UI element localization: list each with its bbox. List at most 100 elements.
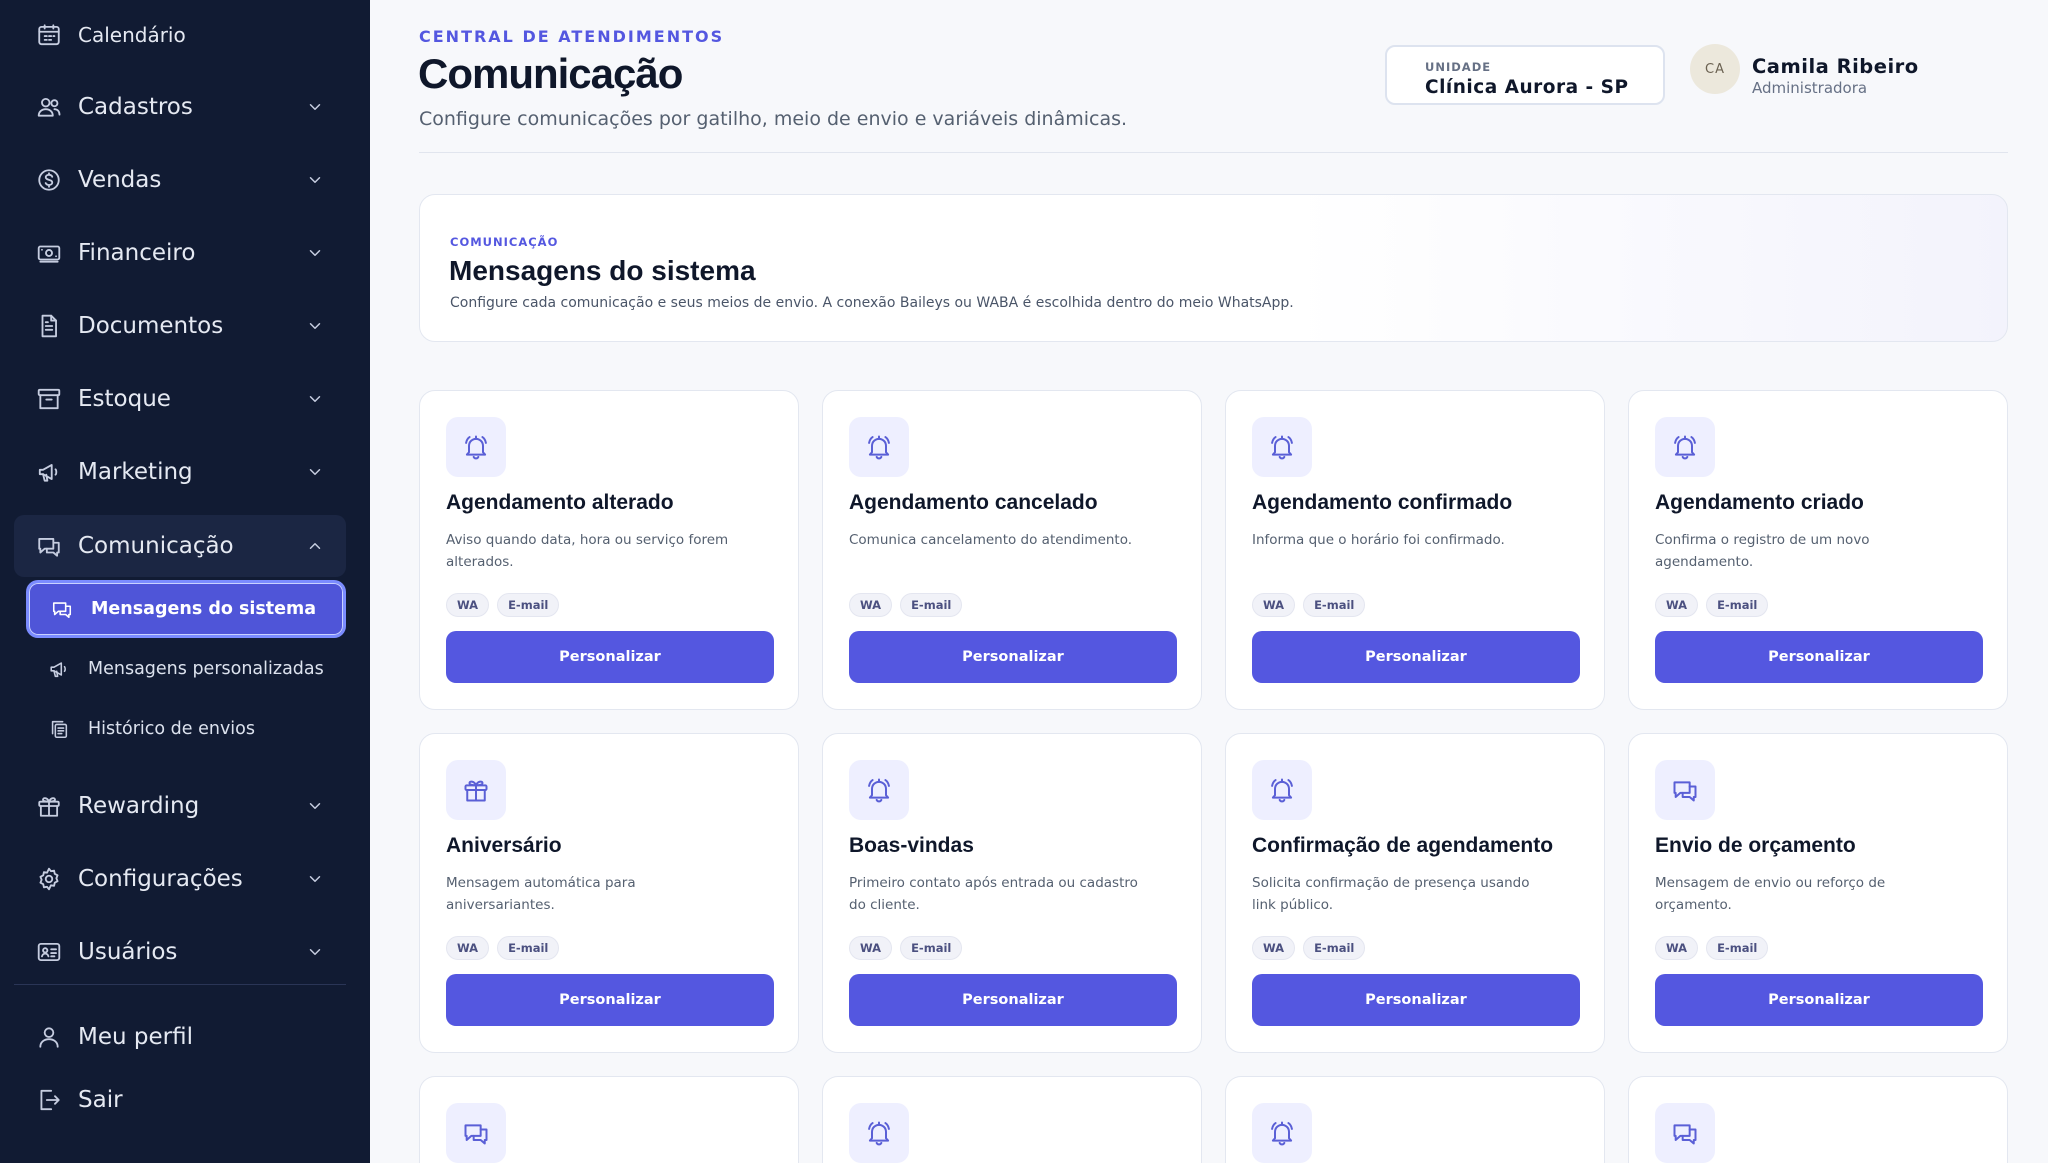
sidebar-item-label: Calendário [78,23,186,47]
intro-panel: COMUNICAÇÃO Mensagens do sistema Configu… [419,194,2008,342]
gear-icon [34,864,64,894]
sidebar-subitem-mensagens-do-sistema[interactable]: Mensagens do sistema [26,580,346,638]
bell-icon [446,417,506,477]
sidebar-item-rewarding[interactable]: Rewarding [14,775,346,837]
chat-icon [49,596,75,622]
card-title: Envio de orçamento [1655,834,1856,857]
card-title: Agendamento criado [1655,491,1864,514]
bell-icon [1252,417,1312,477]
chevron-down-icon [306,98,324,116]
sidebar-subitem-label: Mensagens personalizadas [88,659,324,679]
card-title: Confirmação de agendamento [1252,834,1554,857]
calendar-icon [34,20,64,50]
tag-whatsapp: WA [446,936,490,960]
message-card: Agendamento confirmado Informa que o hor… [1225,390,1605,710]
tag-whatsapp: WA [1252,593,1296,617]
tag-email: E-mail [900,593,963,617]
gift-icon [34,791,64,821]
channel-tags: WA E-mail [446,936,560,960]
chat-icon [446,1103,506,1163]
card-description: Aviso quando data, hora ou serviço forem… [446,532,729,570]
channel-tags: WA E-mail [849,593,963,617]
tag-email: E-mail [1303,593,1366,617]
chevron-down-icon [306,943,324,961]
sidebar-item-sair[interactable]: Sair [14,1069,346,1131]
personalizar-button[interactable]: Personalizar [446,631,774,683]
intro-title: Mensagens do sistema [449,255,756,286]
tag-whatsapp: WA [849,593,893,617]
tag-whatsapp: WA [849,936,893,960]
sidebar-item-financeiro[interactable]: Financeiro [14,222,346,284]
sidebar-item-label: Cadastros [78,94,193,120]
channel-tags: WA E-mail [1252,936,1366,960]
personalizar-button[interactable]: Personalizar [446,974,774,1026]
sidebar-item-meu-perfil[interactable]: Meu perfil [14,1006,346,1068]
channel-tags: WA E-mail [1655,593,1769,617]
id-card-icon [34,937,64,967]
sidebar-item-label: Financeiro [78,240,196,266]
personalizar-button[interactable]: Personalizar [1655,631,1983,683]
archive-icon [34,384,64,414]
sidebar-item-configuracoes[interactable]: Configurações [14,848,346,910]
tag-email: E-mail [497,593,560,617]
bell-icon [1252,1103,1312,1163]
tag-email: E-mail [1706,936,1769,960]
megaphone-icon [34,457,64,487]
sidebar-item-marketing[interactable]: Marketing [14,441,346,503]
sidebar-item-label: Rewarding [78,793,200,819]
channel-tags: WA E-mail [446,593,560,617]
file-icon [34,311,64,341]
sidebar-item-usuarios[interactable]: Usuários [14,921,346,983]
card-title: Agendamento cancelado [849,491,1098,514]
personalizar-button[interactable]: Personalizar [1252,974,1580,1026]
sidebar-item-documentos[interactable]: Documentos [14,295,346,357]
bell-icon [849,417,909,477]
card-description: Primeiro contato após entrada ou cadastr… [849,875,1138,913]
bell-icon [849,1103,909,1163]
avatar[interactable]: CA [1690,44,1740,94]
user-icon [34,1022,64,1052]
message-card [822,1076,1202,1163]
sidebar-subitem-historico-de-envios[interactable]: Histórico de envios [26,700,346,758]
sidebar-item-label: Documentos [78,313,224,339]
sidebar-item-label: Meu perfil [78,1024,193,1050]
personalizar-button[interactable]: Personalizar [849,974,1177,1026]
sidebar-item-calendario[interactable]: Calendário [14,4,346,66]
tag-email: E-mail [497,936,560,960]
sidebar-item-label: Comunicação [78,533,234,559]
sidebar-item-comunicacao[interactable]: Comunicação [14,515,346,577]
message-card: Agendamento criado Confirma o registro d… [1628,390,2008,710]
unit-value: Clínica Aurora - SP [1425,77,1629,98]
message-card [1628,1076,2008,1163]
personalizar-button[interactable]: Personalizar [1655,974,1983,1026]
logout-icon [34,1085,64,1115]
sidebar-subitem-mensagens-personalizadas[interactable]: Mensagens personalizadas [26,640,346,698]
sidebar-item-vendas[interactable]: Vendas [14,149,346,211]
tag-email: E-mail [1303,936,1366,960]
personalizar-button[interactable]: Personalizar [1252,631,1580,683]
bell-icon [849,760,909,820]
chevron-down-icon [306,171,324,189]
megaphone-icon [46,656,72,682]
tag-whatsapp: WA [1655,936,1699,960]
dollar-icon [34,165,64,195]
chat-icon [1655,760,1715,820]
message-card: Envio de orçamento Mensagem de envio ou … [1628,733,2008,1053]
tag-whatsapp: WA [1655,593,1699,617]
personalizar-button[interactable]: Personalizar [849,631,1177,683]
chat-icon [1655,1103,1715,1163]
sidebar-subitem-label: Mensagens do sistema [91,599,317,619]
sidebar-item-cadastros[interactable]: Cadastros [14,76,346,138]
copy-icon [46,716,72,742]
chevron-down-icon [306,244,324,262]
page-subtitle: Configure comunicações por gatilho, meio… [419,108,1128,130]
message-card: Confirmação de agendamento Solicita conf… [1225,733,1605,1053]
sidebar-item-estoque[interactable]: Estoque [14,368,346,430]
sidebar-subitem-label: Histórico de envios [88,719,255,739]
card-title: Agendamento confirmado [1252,491,1513,514]
sidebar: Calendário Cadastros Vendas Financeiro D… [0,0,370,1163]
gift-icon [446,760,506,820]
card-title: Boas-vindas [849,834,974,857]
unit-selector[interactable]: UNIDADE Clínica Aurora - SP [1385,45,1665,105]
page-kicker: CENTRAL DE ATENDIMENTOS [419,27,725,46]
